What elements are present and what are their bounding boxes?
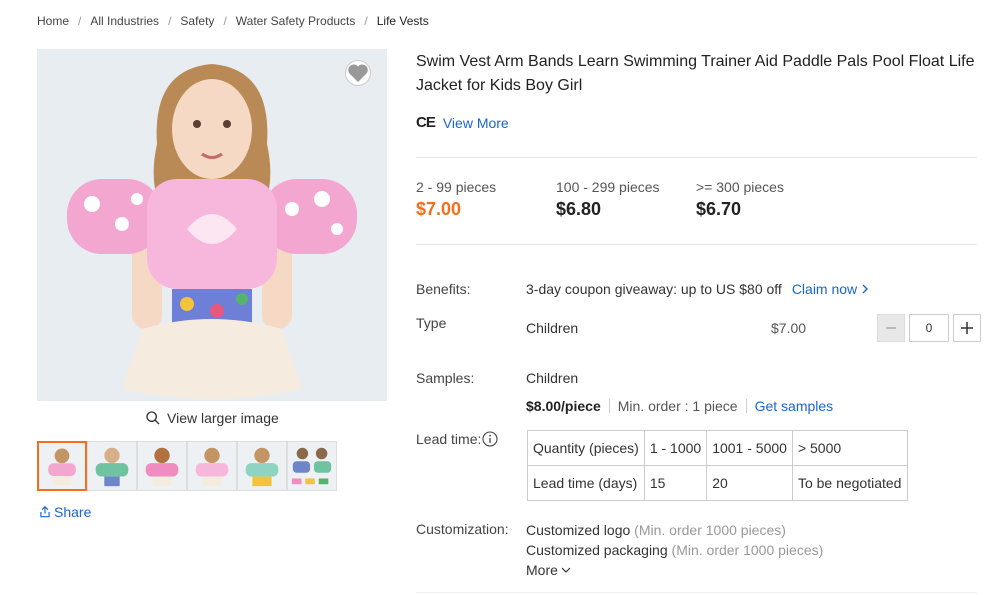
table-row: Quantity (pieces) 1 - 1000 1001 - 5000 >… bbox=[527, 430, 908, 466]
info-icon[interactable] bbox=[482, 431, 498, 447]
price-tier: 2 - 99 pieces $7.00 bbox=[416, 179, 556, 220]
more-button[interactable]: More bbox=[526, 560, 823, 580]
view-larger-image-link[interactable]: View larger image bbox=[145, 410, 279, 426]
product-photo bbox=[37, 49, 387, 401]
tier-quantity: 100 - 299 pieces bbox=[556, 179, 660, 195]
chevron-down-icon bbox=[561, 567, 571, 573]
quantity-stepper bbox=[877, 314, 981, 342]
customization-item: Customized packaging (Min. order 1000 pi… bbox=[526, 540, 823, 560]
customization-item: Customized logo (Min. order 1000 pieces) bbox=[526, 520, 823, 540]
share-label: Share bbox=[54, 504, 92, 520]
divider bbox=[608, 399, 610, 413]
decrement-button[interactable] bbox=[877, 314, 905, 342]
table-cell: 20 bbox=[706, 465, 793, 501]
ce-mark-icon: CE bbox=[416, 114, 436, 131]
plus-icon bbox=[961, 322, 973, 334]
breadcrumb-separator: / bbox=[223, 14, 227, 28]
thumbnail-strip bbox=[37, 441, 337, 491]
price-tiers: 2 - 99 pieces $7.00 100 - 299 pieces $6.… bbox=[416, 179, 836, 220]
thumbnail-6[interactable] bbox=[287, 441, 337, 491]
sample-min-order: Min. order : 1 piece bbox=[617, 398, 738, 414]
claim-now-link[interactable]: Claim now bbox=[792, 281, 869, 297]
table-cell: 15 bbox=[643, 465, 708, 501]
divider bbox=[416, 244, 977, 245]
get-samples-link[interactable]: Get samples bbox=[755, 398, 834, 414]
table-cell: > 5000 bbox=[791, 430, 908, 466]
table-cell: To be negotiated bbox=[791, 465, 908, 501]
product-title: Swim Vest Arm Bands Learn Swimming Train… bbox=[416, 53, 975, 94]
benefits-label: Benefits: bbox=[416, 281, 471, 297]
breadcrumb-life-vests[interactable]: Life Vests bbox=[377, 14, 429, 28]
customization-label: Customization: bbox=[416, 521, 509, 537]
type-price: $7.00 bbox=[771, 320, 807, 336]
samples-label: Samples: bbox=[416, 370, 475, 386]
table-cell: Lead time (days) bbox=[527, 465, 645, 501]
tier-price: $6.80 bbox=[556, 199, 602, 219]
breadcrumb-separator: / bbox=[364, 14, 368, 28]
divider bbox=[745, 399, 747, 413]
product-main-image[interactable] bbox=[37, 49, 387, 401]
type-label: Type bbox=[416, 315, 447, 331]
samples-option: Children bbox=[526, 370, 579, 386]
benefits-text: 3-day coupon giveaway: up to US $80 off bbox=[526, 281, 782, 297]
table-cell: Quantity (pieces) bbox=[527, 430, 645, 466]
customization-note: (Min. order 1000 pieces) bbox=[671, 542, 824, 558]
benefits-row: 3-day coupon giveaway: up to US $80 off … bbox=[526, 281, 869, 297]
breadcrumb-separator: / bbox=[78, 14, 82, 28]
certifications: CE View More bbox=[416, 114, 509, 131]
breadcrumb: Home / All Industries / Safety / Water S… bbox=[37, 14, 429, 28]
more-label: More bbox=[526, 562, 558, 578]
table-cell: 1001 - 5000 bbox=[706, 430, 793, 466]
search-icon bbox=[146, 411, 160, 425]
sample-price: $8.00/piece bbox=[526, 398, 601, 414]
chevron-right-icon bbox=[862, 284, 869, 294]
view-more-link[interactable]: View More bbox=[443, 115, 509, 131]
increment-button[interactable] bbox=[953, 314, 981, 342]
thumbnail-1[interactable] bbox=[37, 441, 87, 491]
thumbnail-3[interactable] bbox=[137, 441, 187, 491]
view-larger-label: View larger image bbox=[167, 410, 279, 426]
lead-time-table: Quantity (pieces) 1 - 1000 1001 - 5000 >… bbox=[527, 430, 908, 501]
customization-name: Customized logo bbox=[526, 522, 631, 538]
lead-time-label: Lead time: bbox=[416, 431, 482, 447]
divider bbox=[416, 157, 977, 158]
customization-list: Customized logo (Min. order 1000 pieces)… bbox=[526, 520, 823, 580]
tier-price: $6.70 bbox=[696, 199, 742, 219]
breadcrumb-safety[interactable]: Safety bbox=[180, 14, 214, 28]
customization-name: Customized packaging bbox=[526, 542, 668, 558]
thumbnail-4[interactable] bbox=[187, 441, 237, 491]
price-tier: >= 300 pieces $6.70 bbox=[696, 179, 836, 220]
heart-icon bbox=[348, 64, 368, 82]
type-option: Children bbox=[526, 320, 579, 336]
claim-now-label: Claim now bbox=[791, 281, 858, 297]
thumbnail-5[interactable] bbox=[237, 441, 287, 491]
tier-price: $7.00 bbox=[416, 199, 462, 219]
customization-note: (Min. order 1000 pieces) bbox=[634, 522, 786, 538]
lead-time-label-row: Lead time: bbox=[416, 431, 498, 447]
share-button[interactable]: Share bbox=[38, 504, 91, 520]
breadcrumb-separator: / bbox=[168, 14, 172, 28]
favorite-button[interactable] bbox=[345, 60, 371, 86]
breadcrumb-water-safety-products[interactable]: Water Safety Products bbox=[236, 14, 356, 28]
thumbnail-2[interactable] bbox=[87, 441, 137, 491]
quantity-input[interactable] bbox=[909, 314, 949, 342]
table-cell: 1 - 1000 bbox=[643, 430, 708, 466]
share-icon bbox=[40, 505, 50, 518]
breadcrumb-all-industries[interactable]: All Industries bbox=[90, 14, 159, 28]
breadcrumb-home[interactable]: Home bbox=[37, 14, 69, 28]
price-tier: 100 - 299 pieces $6.80 bbox=[556, 179, 696, 220]
table-row: Lead time (days) 15 20 To be negotiated bbox=[527, 465, 908, 501]
tier-quantity: 2 - 99 pieces bbox=[416, 179, 497, 195]
tier-quantity: >= 300 pieces bbox=[696, 179, 784, 195]
minus-icon bbox=[886, 327, 896, 329]
divider bbox=[416, 592, 977, 593]
samples-detail: $8.00/piece Min. order : 1 piece Get sam… bbox=[526, 398, 833, 414]
